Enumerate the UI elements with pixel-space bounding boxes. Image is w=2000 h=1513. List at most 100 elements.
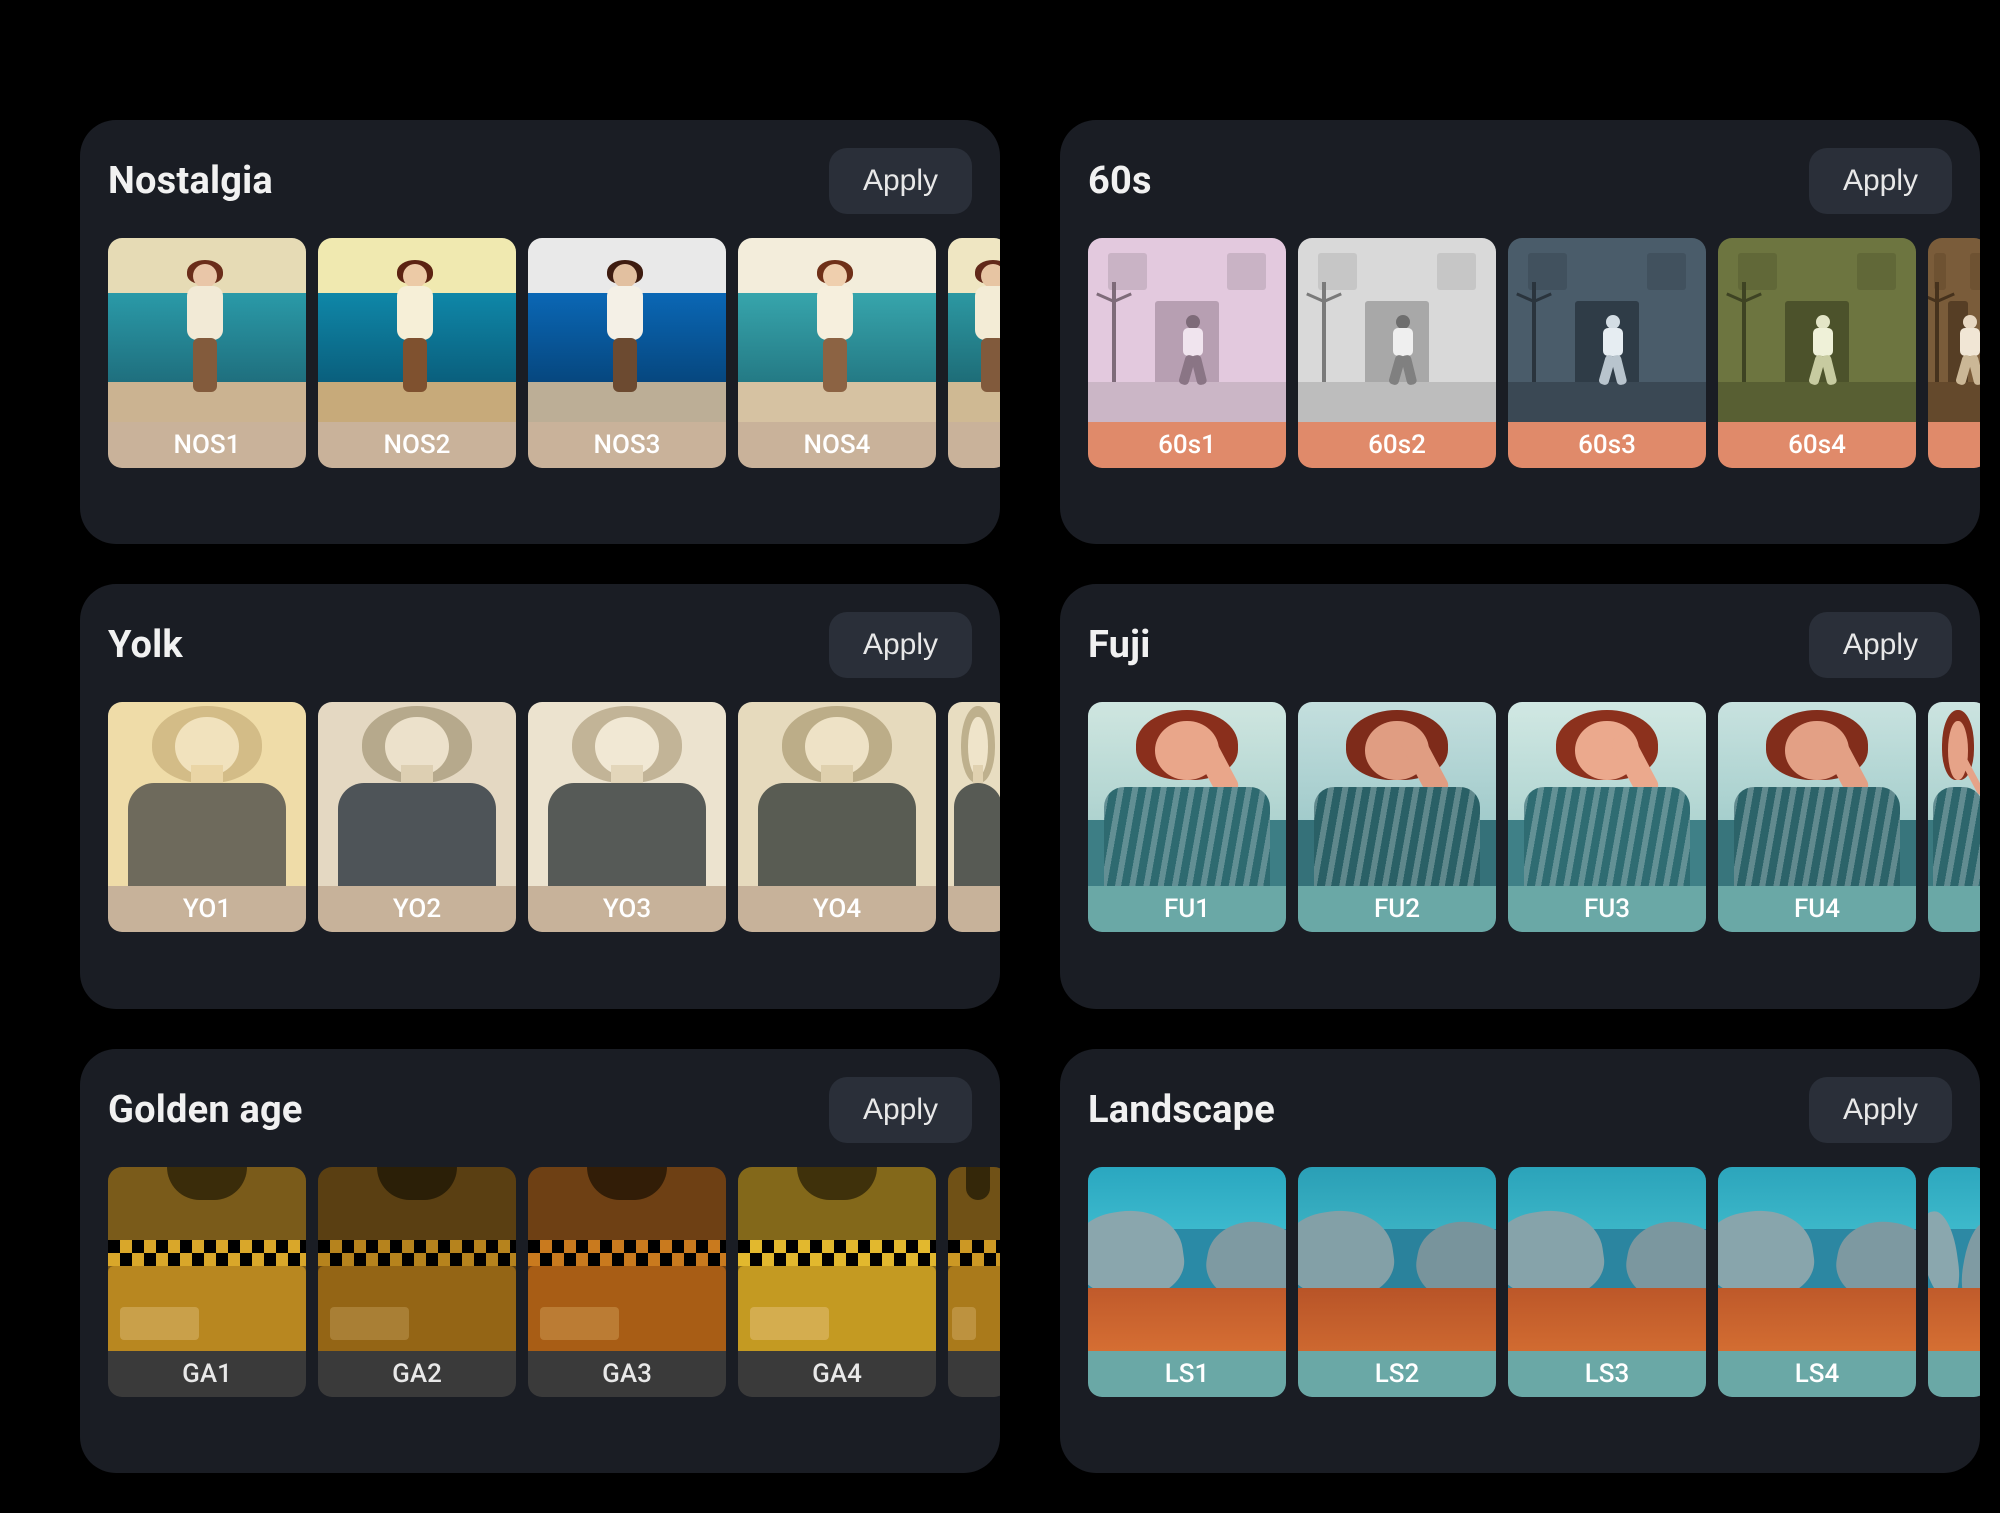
- filter-thumb-label: LS4: [1718, 1351, 1916, 1397]
- filter-thumb[interactable]: GA3: [528, 1167, 726, 1397]
- filter-preview: [948, 1167, 1000, 1351]
- filter-thumb[interactable]: LS4: [1718, 1167, 1916, 1397]
- filter-thumb-label: [948, 422, 1000, 468]
- filter-thumb[interactable]: FU4: [1718, 702, 1916, 932]
- filter-preview: [1928, 702, 1980, 886]
- filter-thumb-label: [948, 1351, 1000, 1397]
- filter-preview: [1088, 1167, 1286, 1351]
- filter-preview: [738, 238, 936, 422]
- filter-preview: [1508, 702, 1706, 886]
- filter-thumb[interactable]: FU3: [1508, 702, 1706, 932]
- filter-thumb-label: YO4: [738, 886, 936, 932]
- filter-thumb-label: YO1: [108, 886, 306, 932]
- filter-thumb[interactable]: [1928, 702, 1980, 932]
- filter-preview: [1298, 702, 1496, 886]
- filter-preview: [1508, 238, 1706, 422]
- filter-thumb[interactable]: GA1: [108, 1167, 306, 1397]
- filter-preview: [948, 702, 1000, 886]
- filter-thumb-label: 60s3: [1508, 422, 1706, 468]
- filter-preview: [318, 238, 516, 422]
- pack-header: YolkApply: [108, 612, 1000, 678]
- filter-preview: [318, 702, 516, 886]
- apply-button[interactable]: Apply: [829, 612, 972, 678]
- filter-thumb-label: FU2: [1298, 886, 1496, 932]
- filter-thumb-row: FU1 FU2 FU3 FU4: [1088, 702, 1980, 932]
- pack-header: Nostalgia Apply: [108, 148, 1000, 214]
- filter-preview: [948, 238, 1000, 422]
- filter-thumb[interactable]: GA2: [318, 1167, 516, 1397]
- filter-thumb-label: FU3: [1508, 886, 1706, 932]
- filter-thumb-label: GA4: [738, 1351, 936, 1397]
- filter-thumb-label: LS2: [1298, 1351, 1496, 1397]
- filter-thumb-label: NOS4: [738, 422, 936, 468]
- filter-thumb[interactable]: YO2: [318, 702, 516, 932]
- filter-thumb[interactable]: NOS2: [318, 238, 516, 468]
- apply-button[interactable]: Apply: [829, 1077, 972, 1143]
- filter-pack-landscape: Landscape Apply LS1 LS2 LS3 LS4: [1060, 1049, 1980, 1473]
- filter-thumb-label: [1928, 1351, 1980, 1397]
- filter-thumb-label: [948, 886, 1000, 932]
- filter-thumb[interactable]: LS2: [1298, 1167, 1496, 1397]
- filter-thumb[interactable]: FU1: [1088, 702, 1286, 932]
- filter-thumb[interactable]: [1928, 1167, 1980, 1397]
- filter-thumb-row: YO1 YO2 YO3 YO4: [108, 702, 1000, 932]
- filter-thumb[interactable]: [948, 1167, 1000, 1397]
- pack-header: 60s Apply: [1088, 148, 1980, 214]
- apply-button[interactable]: Apply: [1809, 148, 1952, 214]
- filter-pack-fuji: FujiApply FU1 FU2 FU3 FU4: [1060, 584, 1980, 1008]
- filter-pack-sixties: 60s Apply 60s1 60s2 60s3 60s4: [1060, 120, 1980, 544]
- filter-pack-nostalgia: Nostalgia Apply NOS1 NOS2 NOS3 NOS4: [80, 120, 1000, 544]
- pack-title: 60s: [1088, 159, 1152, 203]
- filter-thumb-label: [1928, 422, 1980, 468]
- filter-thumb-label: YO3: [528, 886, 726, 932]
- apply-button[interactable]: Apply: [1809, 612, 1952, 678]
- filter-thumb[interactable]: GA4: [738, 1167, 936, 1397]
- filter-preview: [1298, 1167, 1496, 1351]
- filter-thumb[interactable]: [948, 702, 1000, 932]
- filter-thumb-label: NOS1: [108, 422, 306, 468]
- filter-thumb[interactable]: LS3: [1508, 1167, 1706, 1397]
- filter-preview: [738, 702, 936, 886]
- apply-button[interactable]: Apply: [829, 148, 972, 214]
- filter-thumb-label: GA3: [528, 1351, 726, 1397]
- filter-preview: [1298, 238, 1496, 422]
- filter-preview: [1718, 1167, 1916, 1351]
- pack-title: Landscape: [1088, 1088, 1275, 1132]
- filter-preview: [528, 238, 726, 422]
- filter-thumb-label: NOS2: [318, 422, 516, 468]
- filter-thumb-row: 60s1 60s2 60s3 60s4: [1088, 238, 1980, 468]
- filter-thumb[interactable]: [948, 238, 1000, 468]
- filter-thumb-label: 60s1: [1088, 422, 1286, 468]
- filter-preview: [108, 238, 306, 422]
- filter-thumb[interactable]: NOS1: [108, 238, 306, 468]
- pack-header: FujiApply: [1088, 612, 1980, 678]
- filter-thumb[interactable]: [1928, 238, 1980, 468]
- filter-thumb-label: FU4: [1718, 886, 1916, 932]
- filter-preview: [1928, 1167, 1980, 1351]
- filter-thumb-label: GA1: [108, 1351, 306, 1397]
- filter-thumb[interactable]: YO3: [528, 702, 726, 932]
- pack-title: Golden age: [108, 1088, 303, 1132]
- filter-thumb[interactable]: 60s4: [1718, 238, 1916, 468]
- filter-thumb-label: NOS3: [528, 422, 726, 468]
- filter-thumb[interactable]: 60s1: [1088, 238, 1286, 468]
- filter-preview: [108, 702, 306, 886]
- pack-title: Nostalgia: [108, 159, 273, 203]
- filter-preview: [318, 1167, 516, 1351]
- filter-thumb[interactable]: YO1: [108, 702, 306, 932]
- filter-thumb[interactable]: NOS4: [738, 238, 936, 468]
- filter-thumb[interactable]: FU2: [1298, 702, 1496, 932]
- filter-thumb[interactable]: YO4: [738, 702, 936, 932]
- filter-preview: [528, 1167, 726, 1351]
- filter-thumb-label: 60s4: [1718, 422, 1916, 468]
- filter-thumb[interactable]: LS1: [1088, 1167, 1286, 1397]
- filter-thumb[interactable]: NOS3: [528, 238, 726, 468]
- filter-thumb-row: LS1 LS2 LS3 LS4: [1088, 1167, 1980, 1397]
- apply-button[interactable]: Apply: [1809, 1077, 1952, 1143]
- filter-thumb[interactable]: 60s3: [1508, 238, 1706, 468]
- filter-thumb[interactable]: 60s2: [1298, 238, 1496, 468]
- filter-preview: [1088, 702, 1286, 886]
- filter-preview: [738, 1167, 936, 1351]
- filter-preview: [1088, 238, 1286, 422]
- filter-thumb-label: 60s2: [1298, 422, 1496, 468]
